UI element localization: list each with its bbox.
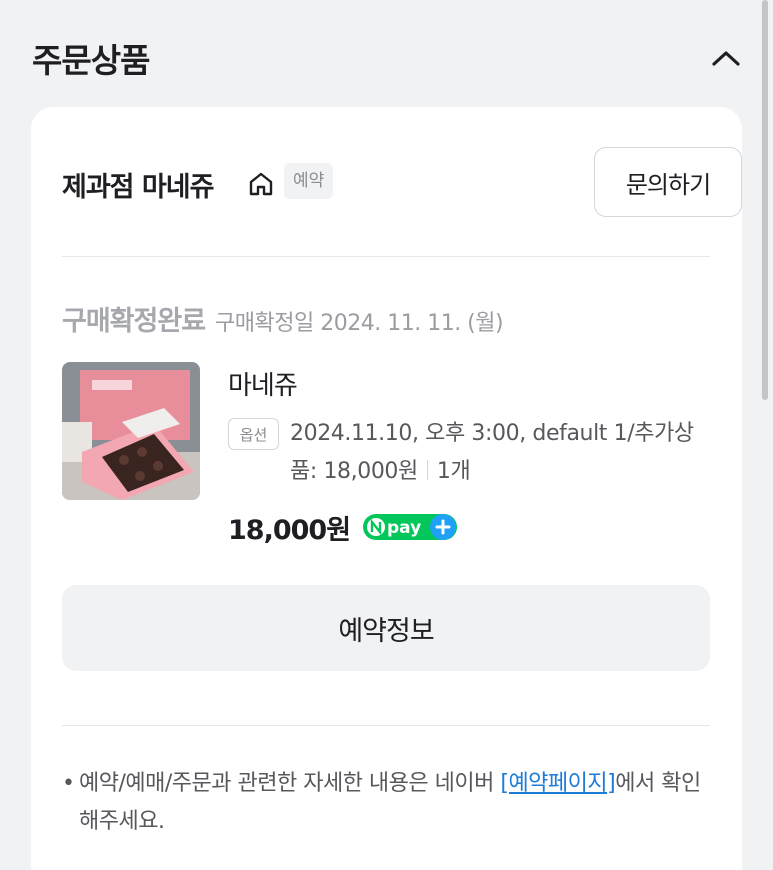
reservation-info-button[interactable]: 예약정보 (62, 585, 710, 671)
option-badge: 옵션 (228, 418, 279, 450)
notice-bullet: • (62, 771, 75, 796)
price-row: 18,000원 pay (228, 507, 458, 547)
inquiry-button[interactable]: 문의하기 (594, 147, 742, 217)
section-title: 주문상품 (32, 41, 150, 80)
divider (62, 725, 710, 726)
chevron-up-icon (712, 51, 740, 66)
store-name[interactable]: 제과점 마네쥬 (62, 165, 214, 204)
section-header[interactable]: 주문상품 (0, 0, 773, 108)
reservation-badge: 예약 (284, 163, 334, 199)
product-photo (62, 362, 200, 500)
home-icon[interactable] (246, 169, 276, 199)
store-row: 제과점 마네쥬 예약 문의하기 (62, 147, 742, 217)
order-status: 구매확정완료 (62, 306, 206, 337)
confirm-date: 구매확정일 2024. 11. 11. (월) (215, 311, 504, 336)
product-name[interactable]: 마네쥬 (228, 365, 298, 402)
npay-plus-icon: pay (363, 514, 458, 540)
collapse-button[interactable] (706, 40, 746, 76)
price: 18,000원 (228, 514, 351, 546)
notice-text-before: 예약/예매/주문과 관련한 자세한 내용은 네이버 (79, 771, 501, 796)
order-card: 제과점 마네쥬 예약 문의하기 구매확정완료 구매확정일 2024. 11. 11… (31, 107, 742, 870)
order-status-row: 구매확정완료 구매확정일 2024. 11. 11. (월) (62, 299, 504, 339)
notice: • 예약/예매/주문과 관련한 자세한 내용은 네이버 [예약페이지]에서 확인… (62, 765, 712, 841)
scrollbar[interactable] (762, 0, 768, 400)
option-text: 2024.11.10, 오후 3:00, default 1/추가상품: 18,… (290, 421, 694, 484)
quantity: 1개 (436, 459, 471, 484)
reservation-page-link[interactable]: [예약페이지] (500, 771, 615, 796)
npay-label: pay (387, 518, 421, 538)
divider (62, 256, 710, 257)
product-thumbnail[interactable] (62, 362, 200, 500)
separator (426, 460, 428, 480)
option-details: 2024.11.10, 오후 3:00, default 1/추가상품: 18,… (290, 415, 710, 491)
